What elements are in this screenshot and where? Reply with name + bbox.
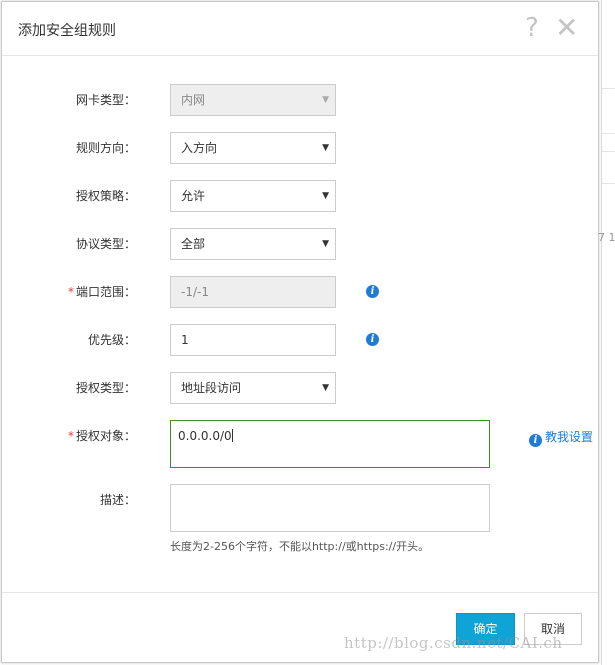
description-textarea[interactable] <box>170 484 490 532</box>
auth-object-input[interactable]: 0.0.0.0/0 <box>170 420 490 468</box>
port-range-value: -1/-1 <box>181 285 209 299</box>
description-hint: 长度为2-256个字符，不能以http://或https://开头。 <box>170 540 430 553</box>
policy-value: 允许 <box>181 189 206 203</box>
dialog-title: 添加安全组规则 <box>18 23 116 39</box>
priority-input[interactable]: 1 <box>170 324 336 356</box>
protocol-select[interactable]: 全部 ▼ <box>170 228 336 260</box>
teach-me-label: 教我设置 <box>545 430 594 444</box>
chevron-down-icon: ▼ <box>322 191 329 201</box>
chevron-down-icon: ▼ <box>322 239 329 249</box>
add-security-group-rule-dialog: 添加安全组规则 ? ✕ 网卡类型： 内网 ▼ 规则方向： 入方向 ▼ 授权策略：… <box>1 1 599 663</box>
dialog-header: 添加安全组规则 ? ✕ <box>2 2 598 56</box>
auth-type-label: 授权类型： <box>75 381 136 395</box>
priority-label: 优先级： <box>87 333 136 347</box>
background-page-edge <box>601 0 615 665</box>
policy-label: 授权策略： <box>75 189 136 203</box>
info-icon[interactable]: i <box>366 285 379 298</box>
description-label: 描述： <box>99 493 136 507</box>
teach-me-link[interactable]: i 教我设置 <box>529 428 593 447</box>
auth-object-label: * 授权对象： <box>68 428 136 444</box>
auth-type-select[interactable]: 地址段访问 ▼ <box>170 372 336 404</box>
nic-type-select: 内网 ▼ <box>170 84 336 116</box>
background-divider <box>602 183 615 184</box>
protocol-value: 全部 <box>181 237 206 251</box>
info-icon[interactable]: i <box>366 333 379 346</box>
footer-divider <box>2 592 598 593</box>
close-icon[interactable]: ✕ <box>555 13 578 43</box>
protocol-label: 协议类型： <box>75 237 136 251</box>
policy-select[interactable]: 允许 ▼ <box>170 180 336 212</box>
required-mark: * <box>67 429 74 443</box>
help-icon[interactable]: ? <box>525 13 539 43</box>
info-icon: i <box>529 434 542 447</box>
auth-object-label-text: 授权对象： <box>75 429 136 443</box>
auth-type-value: 地址段访问 <box>181 381 242 395</box>
port-range-label: * 端口范围： <box>68 284 136 300</box>
direction-label: 规则方向： <box>75 141 136 155</box>
chevron-down-icon: ▼ <box>322 383 329 393</box>
background-divider <box>602 133 615 134</box>
nic-type-label: 网卡类型： <box>75 93 136 107</box>
text-cursor <box>231 429 233 442</box>
priority-value: 1 <box>181 333 189 347</box>
chevron-down-icon: ▼ <box>322 143 329 153</box>
background-text-fragment: 7 1 <box>598 231 615 244</box>
auth-object-value: 0.0.0.0/0 <box>178 429 232 443</box>
watermark: http://blog.csdn.net/CAI.ch <box>344 634 563 652</box>
direction-value: 入方向 <box>181 141 218 155</box>
background-divider <box>602 88 615 89</box>
port-range-input: -1/-1 <box>170 276 336 308</box>
required-mark: * <box>67 285 74 299</box>
direction-select[interactable]: 入方向 ▼ <box>170 132 336 164</box>
chevron-down-icon: ▼ <box>322 95 329 105</box>
port-range-label-text: 端口范围： <box>75 285 136 299</box>
nic-type-value: 内网 <box>181 93 206 107</box>
background-divider <box>602 151 615 152</box>
